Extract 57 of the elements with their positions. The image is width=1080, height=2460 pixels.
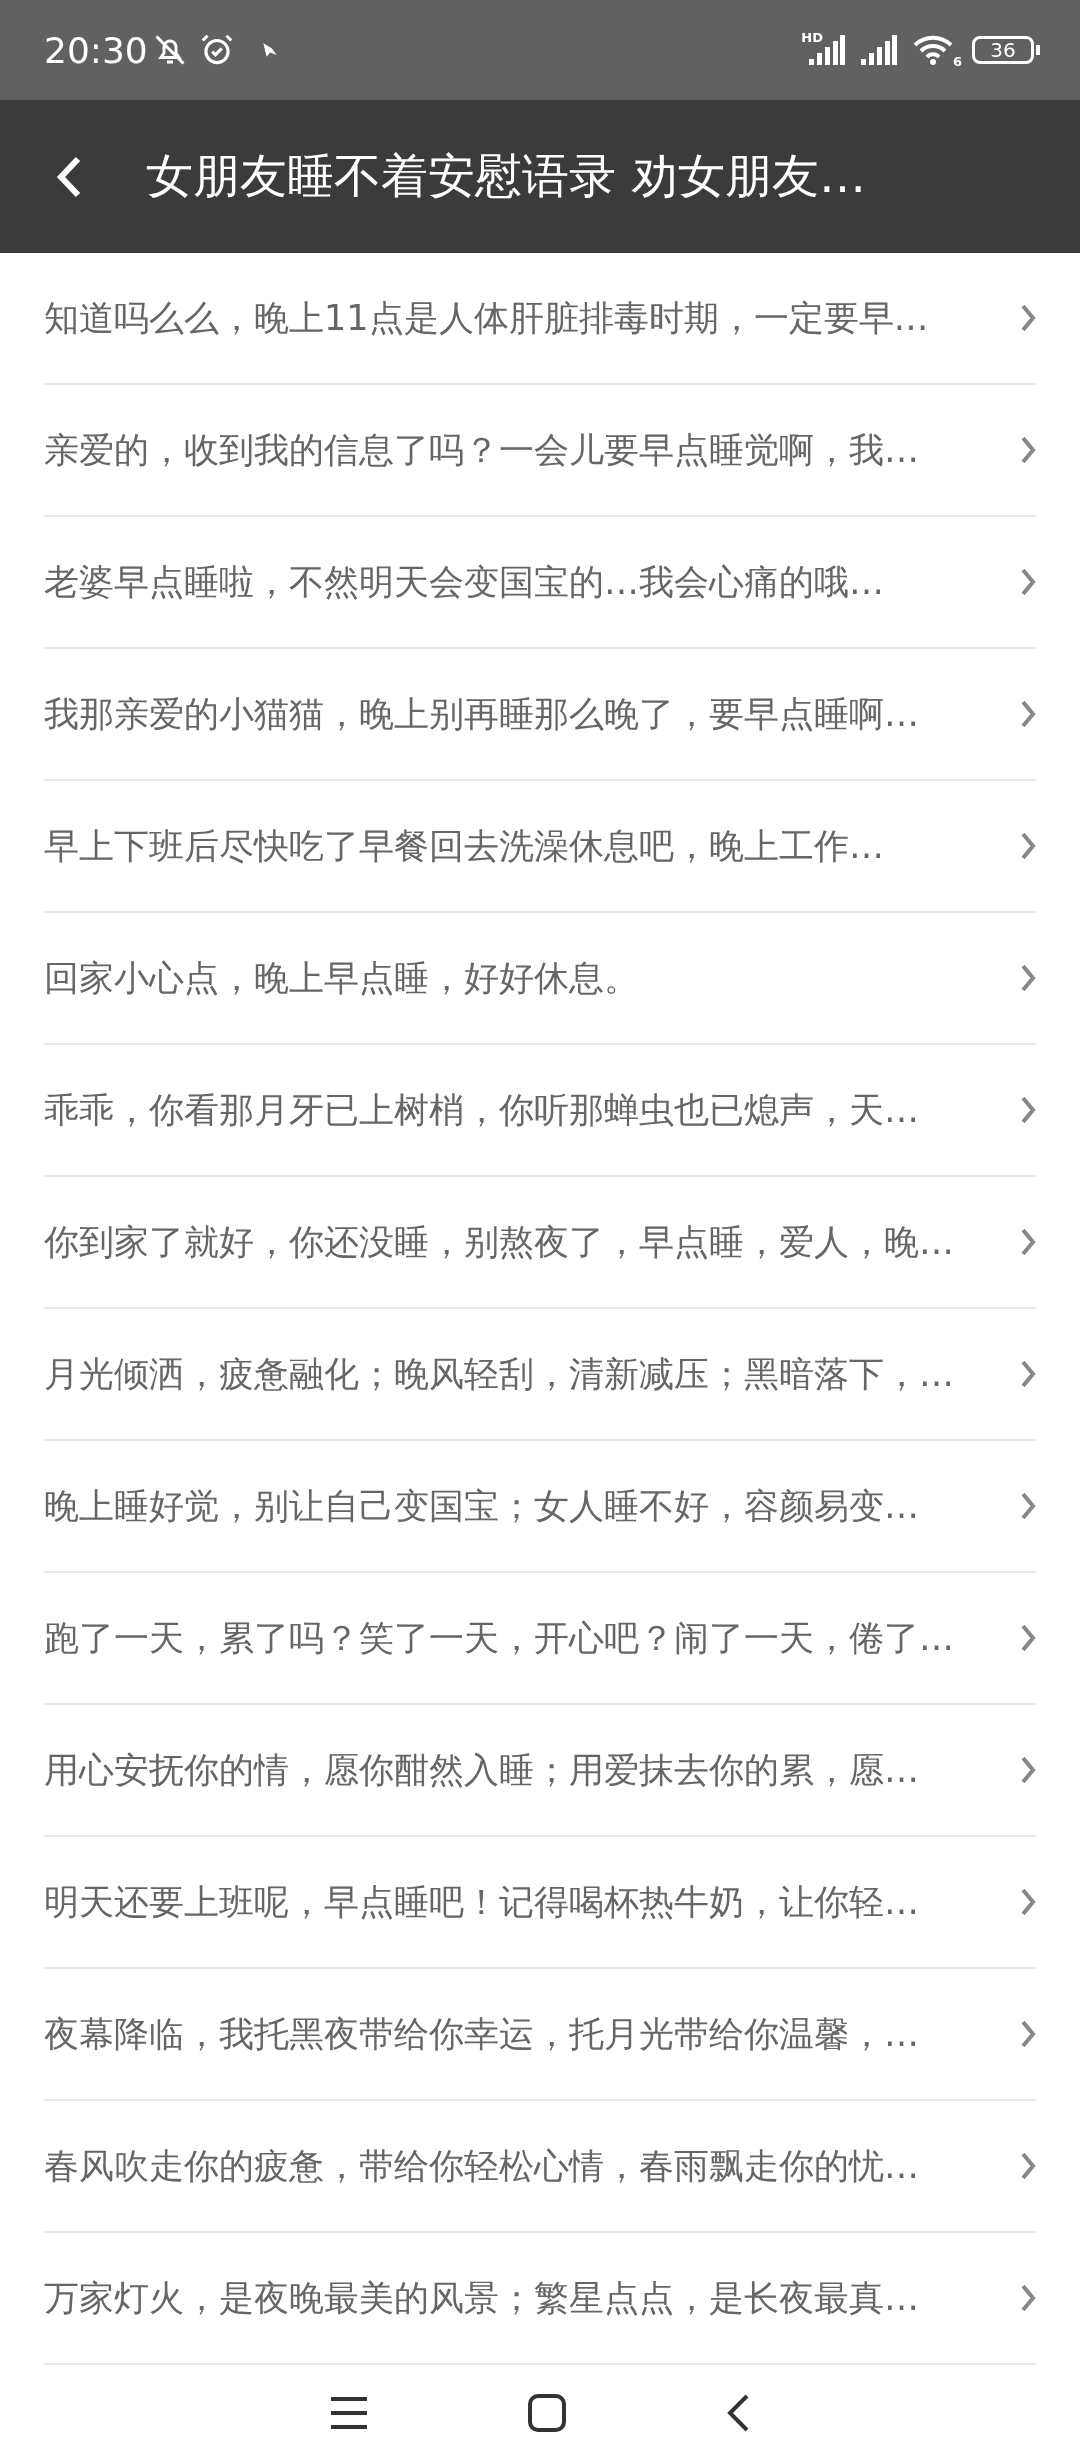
quote-text: 知道吗么么，晚上11点是人体肝脏排毒时期，一定要早… xyxy=(44,296,929,340)
wifi-icon xyxy=(912,34,953,66)
chevron-right-icon xyxy=(1020,831,1036,861)
quote-text: 我那亲爱的小猫猫，晚上别再睡那么晚了，要早点睡啊… xyxy=(44,692,919,736)
chevron-right-icon xyxy=(1020,1491,1036,1521)
list-item[interactable]: 亲爱的，收到我的信息了吗？一会儿要早点睡觉啊，我… xyxy=(44,385,1036,517)
list-item[interactable]: 跑了一天，累了吗？笑了一天，开心吧？闹了一天，倦了… xyxy=(44,1573,1036,1705)
chevron-right-icon xyxy=(1020,1227,1036,1257)
quote-text: 乖乖，你看那月牙已上树梢，你听那蝉虫也已熄声，天… xyxy=(44,1088,919,1132)
chevron-right-icon xyxy=(1020,1623,1036,1653)
back-icon[interactable] xyxy=(725,2392,751,2433)
chevron-right-icon xyxy=(1020,1359,1036,1389)
chevron-right-icon xyxy=(1020,1887,1036,1917)
quote-text: 用心安抚你的情，愿你酣然入睡；用爱抹去你的累，愿… xyxy=(44,1748,919,1792)
list-item[interactable]: 乖乖，你看那月牙已上树梢，你听那蝉虫也已熄声，天… xyxy=(44,1045,1036,1177)
wifi-label: 6 xyxy=(952,53,962,69)
quote-text: 明天还要上班呢，早点睡吧！记得喝杯热牛奶，让你轻… xyxy=(44,1880,919,1924)
back-icon[interactable] xyxy=(56,154,82,199)
list-item[interactable]: 晚上睡好觉，别让自己变国宝；女人睡不好，容颜易变… xyxy=(44,1441,1036,1573)
chevron-right-icon xyxy=(1020,963,1036,993)
quote-text: 万家灯火，是夜晚最美的风景；繁星点点，是长夜最真… xyxy=(44,2276,919,2320)
list-item[interactable]: 月光倾洒，疲惫融化；晚风轻刮，清新减压；黑暗落下，… xyxy=(44,1309,1036,1441)
list-item[interactable]: 知道吗么么，晚上11点是人体肝脏排毒时期，一定要早… xyxy=(44,253,1036,385)
quote-text: 月光倾洒，疲惫融化；晚风轻刮，清新减压；黑暗落下，… xyxy=(44,1352,954,1396)
network-label: HD xyxy=(801,29,823,45)
chevron-right-icon xyxy=(1020,567,1036,597)
quote-text: 早上下班后尽快吃了早餐回去洗澡休息吧，晚上工作… xyxy=(44,824,884,868)
page-title: 女朋友睡不着安慰语录 劝女朋友… xyxy=(146,147,866,205)
clock-time: 20:30 xyxy=(44,29,148,71)
chevron-right-icon xyxy=(1020,435,1036,465)
list-item[interactable]: 你到家了就好，你还没睡，别熬夜了，早点睡，爱人，晚… xyxy=(44,1177,1036,1309)
list-item[interactable]: 早上下班后尽快吃了早餐回去洗澡休息吧，晚上工作… xyxy=(44,781,1036,913)
battery-level: 36 xyxy=(990,38,1016,62)
chevron-right-icon xyxy=(1020,699,1036,729)
quote-text: 夜幕降临，我托黑夜带给你幸运，托月光带给你温馨，… xyxy=(44,2012,919,2056)
chevron-right-icon xyxy=(1020,1095,1036,1125)
list-item[interactable]: 老婆早点睡啦，不然明天会变国宝的…我会心痛的哦… xyxy=(44,517,1036,649)
chevron-right-icon xyxy=(1020,2151,1036,2181)
quote-text: 老婆早点睡啦，不然明天会变国宝的…我会心痛的哦… xyxy=(44,560,884,604)
quote-text: 春风吹走你的疲惫，带给你轻松心情，春雨飘走你的忧… xyxy=(44,2144,919,2188)
chevron-right-icon xyxy=(1020,303,1036,333)
menu-icon[interactable] xyxy=(329,2395,369,2430)
chevron-right-icon xyxy=(1020,2283,1036,2313)
list-item[interactable]: 用心安抚你的情，愿你酣然入睡；用爱抹去你的累，愿… xyxy=(44,1705,1036,1837)
list-item[interactable]: 我那亲爱的小猫猫，晚上别再睡那么晚了，要早点睡啊… xyxy=(44,649,1036,781)
home-icon[interactable] xyxy=(527,2392,567,2433)
chevron-right-icon xyxy=(1020,2019,1036,2049)
list-item[interactable]: 夜幕降临，我托黑夜带给你幸运，托月光带给你温馨，… xyxy=(44,1969,1036,2101)
list-item[interactable]: 春风吹走你的疲惫，带给你轻松心情，春雨飘走你的忧… xyxy=(44,2101,1036,2233)
list-item[interactable]: 明天还要上班呢，早点睡吧！记得喝杯热牛奶，让你轻… xyxy=(44,1837,1036,1969)
list-item[interactable]: 回家小心点，晚上早点睡，好好休息。 xyxy=(44,913,1036,1045)
quote-text: 跑了一天，累了吗？笑了一天，开心吧？闹了一天，倦了… xyxy=(44,1616,954,1660)
quote-text: 亲爱的，收到我的信息了吗？一会儿要早点睡觉啊，我… xyxy=(44,428,919,472)
chevron-right-icon xyxy=(1020,1755,1036,1785)
quote-text: 你到家了就好，你还没睡，别熬夜了，早点睡，爱人，晚… xyxy=(44,1220,954,1264)
quote-text: 回家小心点，晚上早点睡，好好休息。 xyxy=(44,956,639,1000)
quote-text: 晚上睡好觉，别让自己变国宝；女人睡不好，容颜易变… xyxy=(44,1484,919,1528)
